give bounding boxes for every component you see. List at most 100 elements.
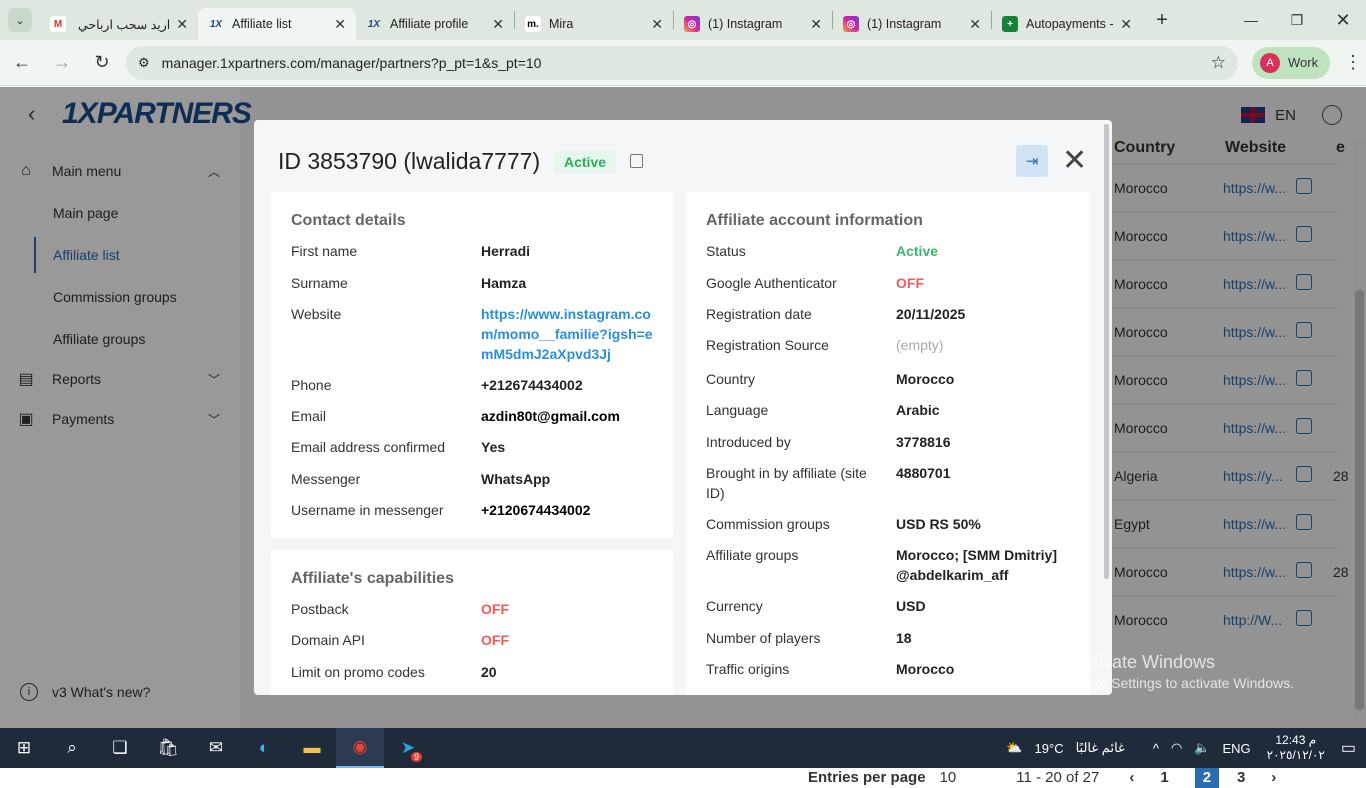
field-value: USD <box>896 598 926 614</box>
notifications-icon[interactable]: ▭ <box>1341 738 1356 758</box>
prev-page-button[interactable]: ‹ <box>1129 769 1134 786</box>
profile-button[interactable]: A Work <box>1252 46 1331 79</box>
task-view-icon[interactable]: ❏ <box>96 728 144 768</box>
wifi-icon[interactable]: ◠ <box>1171 740 1182 756</box>
plus-icon: + <box>1156 8 1168 31</box>
field-value[interactable]: https://www.instagram.com/momo__familie?… <box>481 304 656 364</box>
page-button[interactable]: 3 <box>1237 769 1245 786</box>
card-heading: Affiliate account information <box>706 212 923 229</box>
browser-tab[interactable]: ◎ (1) Instagram ✕ <box>674 8 832 40</box>
field-label: Phone <box>291 377 332 393</box>
browser-tab[interactable]: 1X Affiliate profile ✕ <box>356 8 514 40</box>
field-value: WhatsApp <box>481 471 551 487</box>
field-label: Language <box>706 402 769 418</box>
minimize-button[interactable]: — <box>1228 0 1274 40</box>
instagram-icon: ◎ <box>843 16 859 32</box>
speaker-icon[interactable]: 🔈 <box>1194 740 1210 756</box>
reload-button[interactable]: ↻ <box>84 45 120 81</box>
tab-title: (1) Instagram <box>708 17 783 31</box>
weather-temp[interactable]: 19°C <box>1035 741 1064 756</box>
file-explorer-icon[interactable]: ▬ <box>288 728 336 768</box>
windows-start-icon[interactable]: ⊞ <box>0 728 48 768</box>
activate-title: Activate Windows <box>1073 652 1216 672</box>
modal-scrollbar[interactable] <box>1104 124 1109 579</box>
field-value: Morocco; [SMM Dmitriy] @abdelkarim_aff <box>896 547 1057 583</box>
forward-button[interactable]: → <box>44 45 80 81</box>
capabilities-card: Affiliate's capabilities Postback OFF Doma… <box>271 550 673 695</box>
bookmark-star-icon[interactable]: ☆ <box>1211 53 1226 73</box>
back-button[interactable]: ← <box>4 45 40 81</box>
field-label: Email <box>291 408 327 424</box>
new-tab-button[interactable]: + <box>1148 6 1176 34</box>
field-value: OFF <box>481 632 509 648</box>
activate-subtitle: Go to Settings to activate Windows. <box>1073 675 1294 691</box>
avatar: A <box>1260 52 1280 73</box>
field-label: Brought in by affiliate (site ID) <box>706 465 867 501</box>
field-label: Google Authenticator <box>706 275 837 291</box>
weather-icon[interactable]: ⛅ <box>1006 740 1022 756</box>
weather-text[interactable]: غائم غالبًا <box>1076 740 1125 756</box>
chevron-up-icon[interactable]: ^ <box>1153 741 1159 756</box>
url-text: manager.1xpartners.com/manager/partners?… <box>161 54 542 71</box>
clock-time: 12:43 م <box>1275 733 1317 747</box>
close-icon[interactable]: ✕ <box>651 16 663 33</box>
login-icon: ⇥ <box>1025 153 1039 170</box>
field-label: Username in messenger <box>291 502 444 518</box>
mira-icon: m. <box>525 16 541 32</box>
field-value: Hamza <box>481 275 527 291</box>
clock[interactable]: 12:43 م ٢٠٢٥/١٢/٠٢ <box>1267 733 1325 763</box>
clock-date: ٢٠٢٥/١٢/٠٢ <box>1266 748 1325 762</box>
tab-title: (1) Instagram <box>867 17 942 31</box>
edge-icon[interactable]: ◐ <box>240 728 288 768</box>
reload-icon: ↻ <box>94 52 110 72</box>
restore-icon: ❐ <box>1290 11 1304 28</box>
page-button-active[interactable]: 2 <box>1194 767 1220 788</box>
close-icon[interactable]: ✕ <box>176 16 188 33</box>
browser-tab[interactable]: ◎ (1) Instagram ✕ <box>833 8 991 40</box>
field-value: 18 <box>896 630 912 646</box>
browser-tab[interactable]: m. Mira ✕ <box>515 8 673 40</box>
login-as-affiliate-button[interactable]: ⇥ <box>1016 145 1048 177</box>
site-settings-icon[interactable]: ⚙ <box>138 55 150 71</box>
field-label: Country <box>706 371 756 387</box>
browser-menu-icon[interactable]: ⋮ <box>1344 52 1362 73</box>
close-icon[interactable]: ✕ <box>1120 16 1132 33</box>
tab-title: Affiliate profile <box>390 17 469 31</box>
field-value: Active <box>896 243 939 259</box>
field-label: Email address confirmed <box>291 439 446 455</box>
modal-close-button[interactable]: ✕ <box>1062 144 1087 178</box>
store-icon[interactable]: 🛍 <box>144 728 192 768</box>
close-icon[interactable]: ✕ <box>969 16 981 33</box>
field-value: (empty) <box>896 337 944 353</box>
browser-tab[interactable]: + Autopayments - ✕ <box>992 8 1142 40</box>
field-label: First name <box>291 243 358 259</box>
browser-tab-active[interactable]: 1X Affiliate list ✕ <box>198 8 356 40</box>
next-page-button[interactable]: › <box>1271 769 1276 786</box>
browser-toolbar: ← → ↻ ⚙ manager.1xpartners.com/manager/p… <box>0 40 1366 86</box>
close-icon[interactable]: ✕ <box>810 16 822 33</box>
close-icon[interactable]: ✕ <box>492 16 504 33</box>
field-value: Arabic <box>896 402 940 418</box>
tab-search-button[interactable]: ⌄ <box>8 8 32 32</box>
chrome-icon[interactable]: ◉ <box>336 728 384 768</box>
mail-icon[interactable]: ✉ <box>192 728 240 768</box>
search-icon[interactable]: ⌕ <box>48 728 96 768</box>
entries-per-page-select[interactable]: 10 <box>940 769 957 786</box>
window-close-button[interactable]: ✕ <box>1320 0 1366 40</box>
copy-icon[interactable] <box>630 154 643 168</box>
browser-tab-strip: ⌄ M اريد سحب ارباحي ✕ 1X Affiliate list … <box>0 0 1366 40</box>
browser-tab[interactable]: M اريد سحب ارباحي ✕ <box>40 8 198 40</box>
close-icon[interactable]: ✕ <box>334 16 346 33</box>
telegram-icon[interactable]: ➤ 9 <box>384 728 432 768</box>
page-button[interactable]: 1 <box>1160 769 1168 786</box>
affiliate-details-modal: ID 3853790 (lwalida7777) Active ⇥ ✕ Cont… <box>254 120 1112 695</box>
restore-button[interactable]: ❐ <box>1274 0 1320 40</box>
input-language[interactable]: ENG <box>1222 741 1250 756</box>
page-range: 11 - 20 of 27 <box>1016 769 1100 786</box>
field-value: Morocco <box>896 371 955 387</box>
address-bar[interactable]: ⚙ manager.1xpartners.com/manager/partner… <box>126 45 1238 80</box>
field-label: Limit on promo codes <box>291 664 425 680</box>
gmail-icon: M <box>50 16 66 32</box>
close-icon: ✕ <box>1062 144 1088 177</box>
field-value: Herradi <box>481 243 531 259</box>
